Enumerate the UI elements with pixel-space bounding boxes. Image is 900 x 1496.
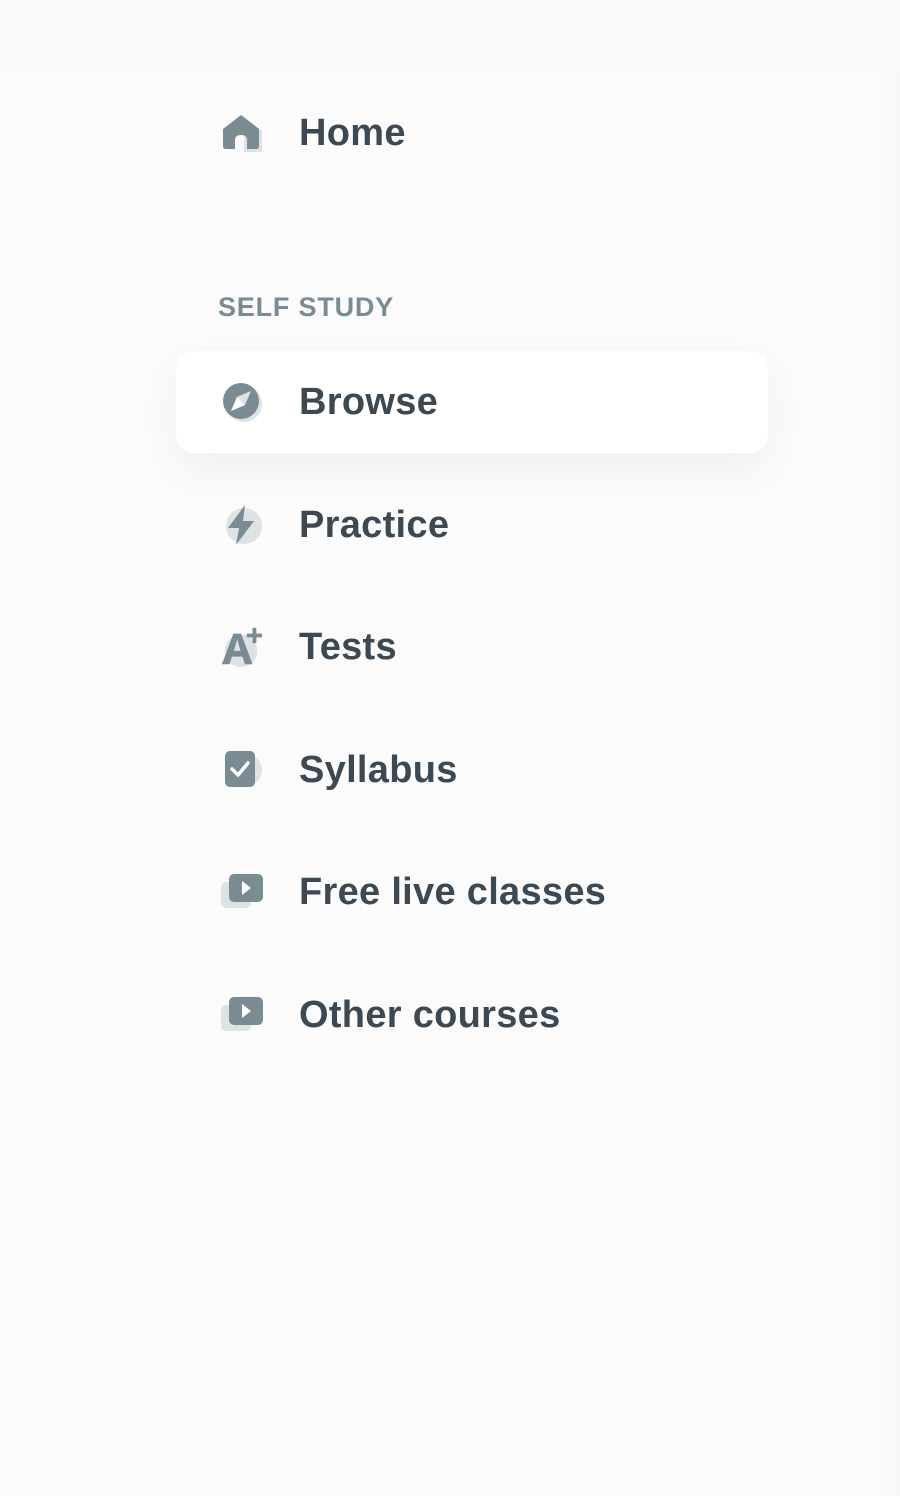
sidebar-item-label: Browse xyxy=(299,380,439,423)
sidebar-item-tests[interactable]: Tests xyxy=(176,596,768,698)
sidebar-item-label: Free live classes xyxy=(299,870,607,913)
sidebar-item-browse[interactable]: Browse xyxy=(176,351,768,453)
sidebar-item-label: Tests xyxy=(299,625,397,668)
checklist-icon xyxy=(220,748,264,792)
sidebar-item-home[interactable]: Home xyxy=(176,82,768,184)
grade-a-plus-icon xyxy=(220,625,264,669)
sidebar-item-label: Other courses xyxy=(299,993,561,1036)
sidebar-item-label: Home xyxy=(299,111,406,154)
top-bar xyxy=(0,0,900,70)
sidebar-item-free-live-classes[interactable]: Free live classes xyxy=(176,841,768,943)
section-heading: SELF STUDY xyxy=(218,292,395,322)
sidebar-item-syllabus[interactable]: Syllabus xyxy=(176,719,768,821)
sidebar: Home SELF STUDY Browse Practice Tests Sy… xyxy=(0,70,878,1496)
sidebar-item-practice[interactable]: Practice xyxy=(176,474,768,576)
compass-icon xyxy=(220,380,264,424)
sidebar-item-other-courses[interactable]: Other courses xyxy=(176,964,768,1066)
sidebar-item-label: Practice xyxy=(299,503,450,546)
video-play-icon xyxy=(220,870,264,914)
lightning-icon xyxy=(220,503,264,547)
home-icon xyxy=(220,111,264,155)
video-play-icon xyxy=(220,993,264,1037)
content-edge xyxy=(878,70,900,1496)
sidebar-item-label: Syllabus xyxy=(299,748,458,791)
